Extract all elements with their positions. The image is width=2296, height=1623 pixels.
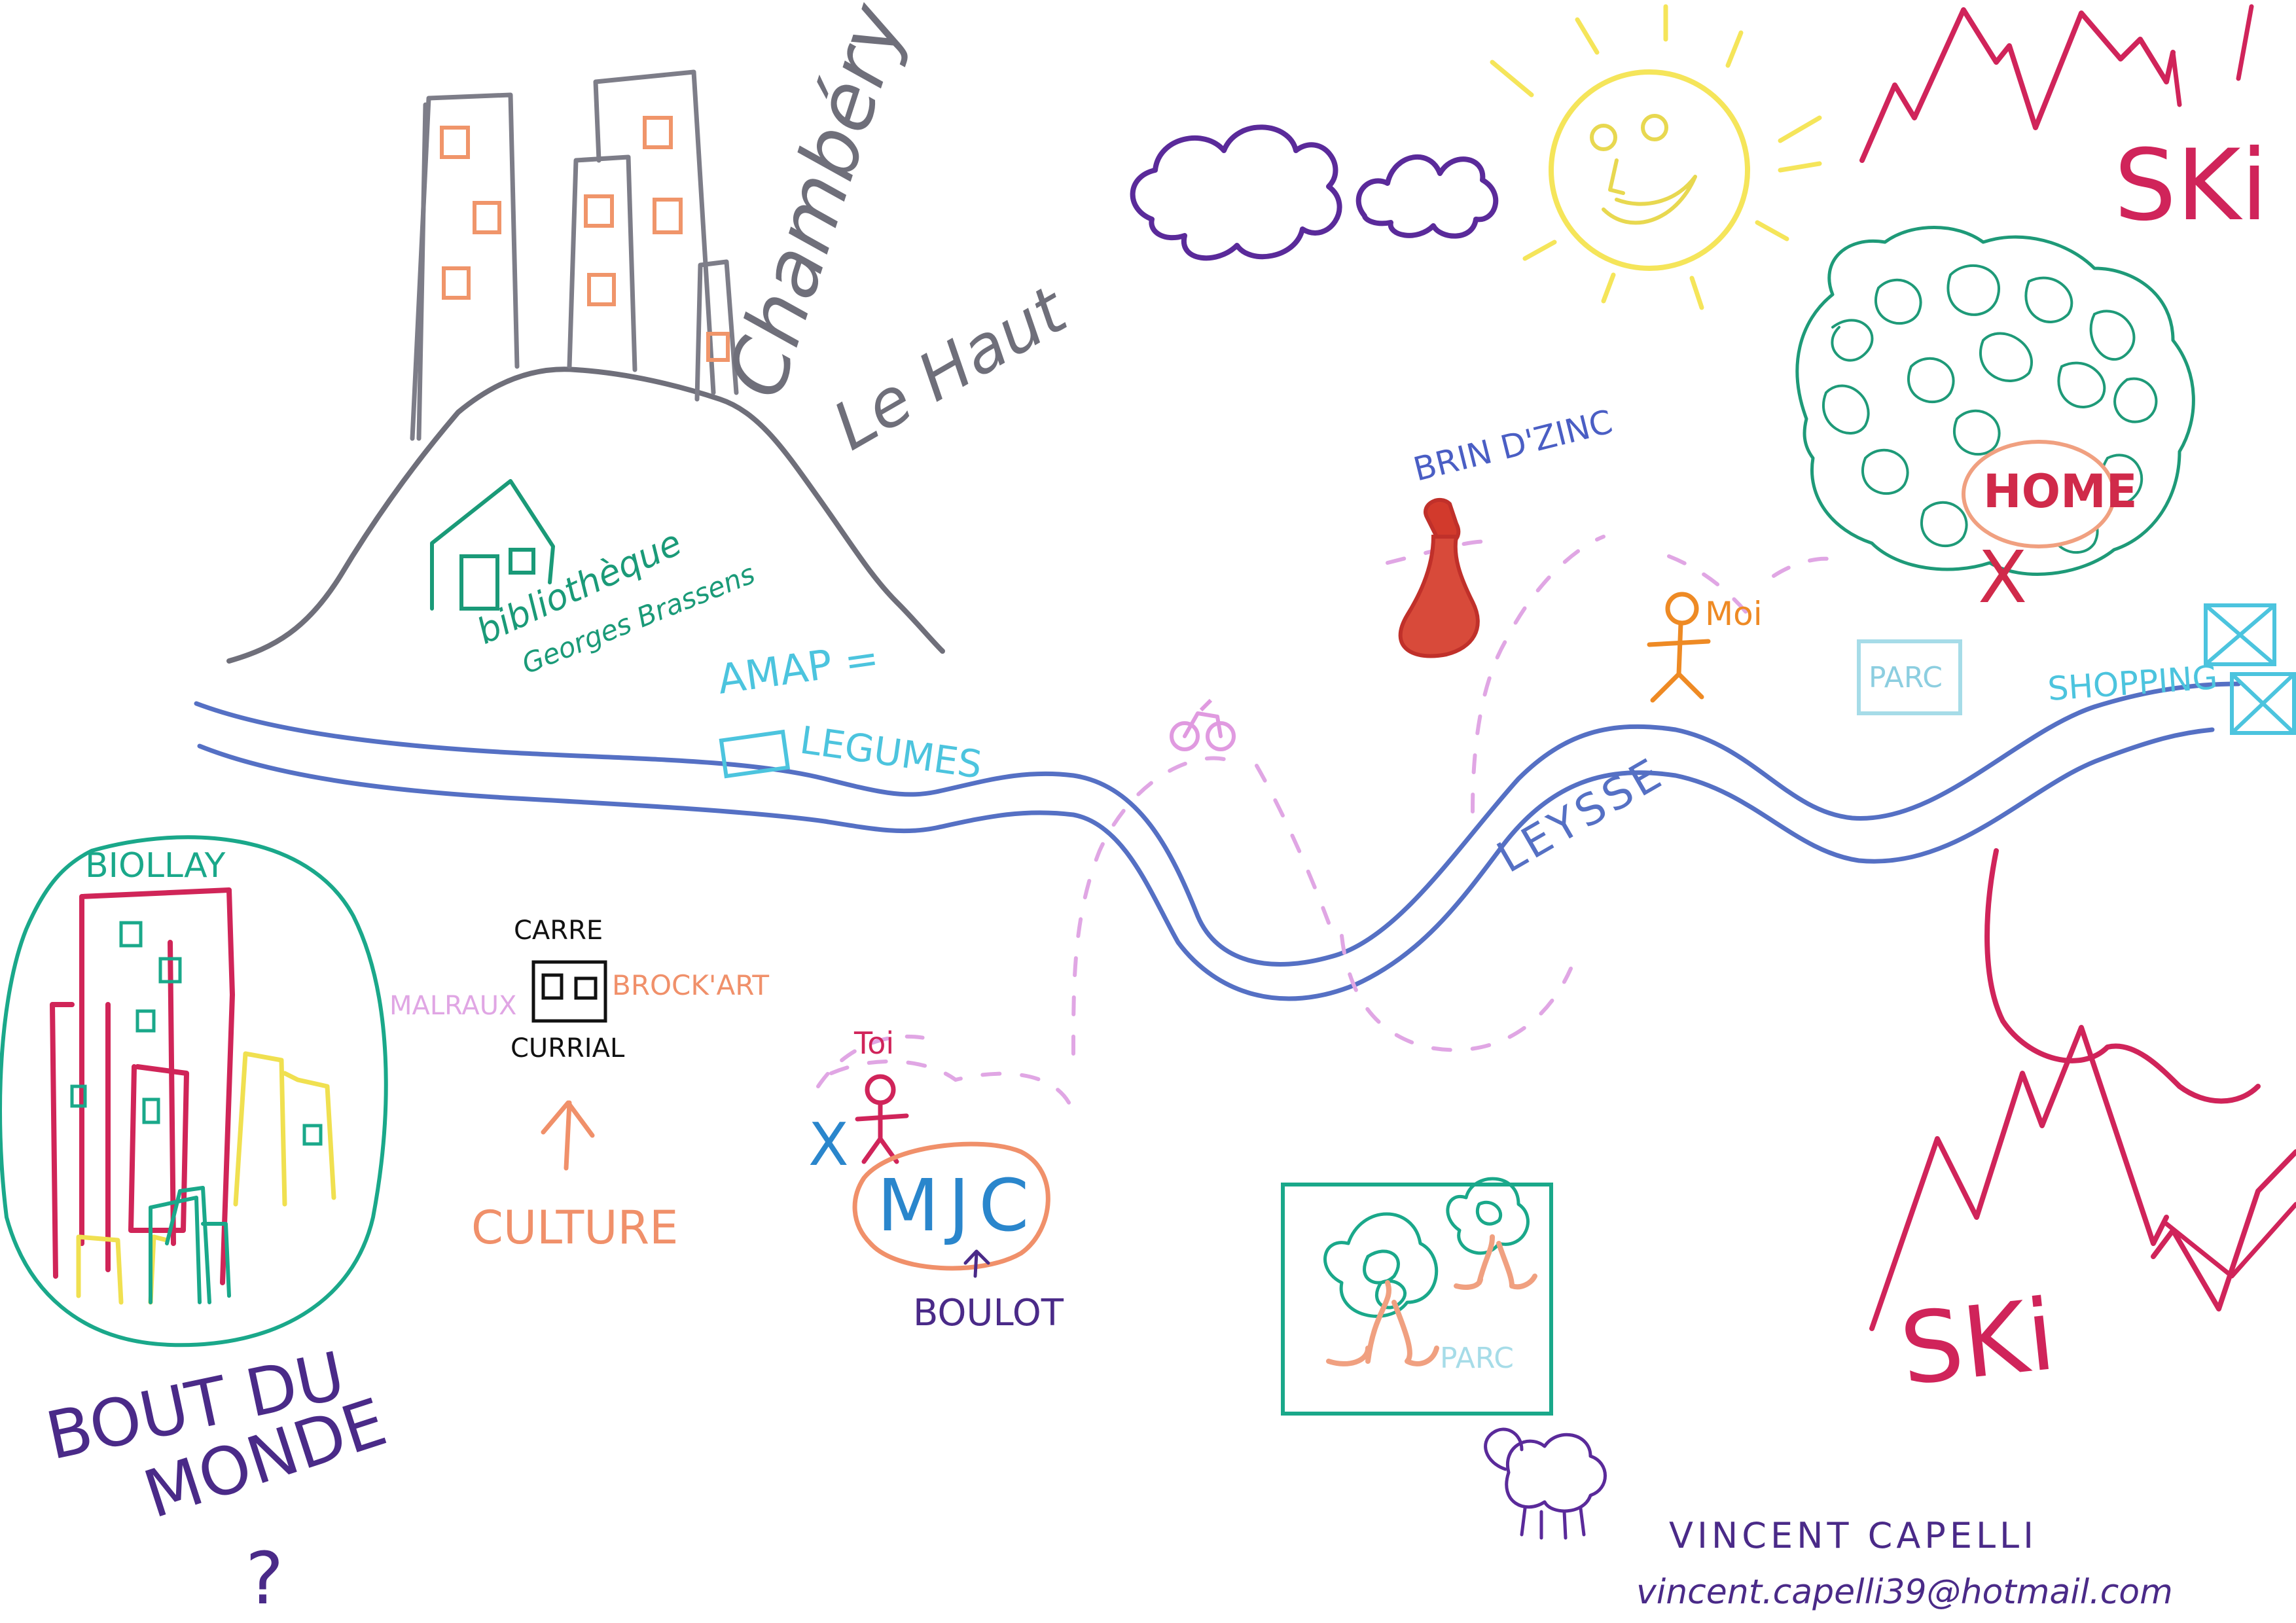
stick-figure-icon [855, 1074, 909, 1164]
author-name: VINCENT CAPELLI [1669, 1515, 2037, 1556]
sun-icon [1490, 4, 1822, 310]
parc-top-label: PARC [1869, 661, 1943, 694]
sheep-icon [1484, 1427, 1607, 1540]
library: bibliothèque Georges Brassens [430, 479, 759, 680]
amap-line1: AMAP = [715, 633, 882, 704]
river-leysse: LEYSSE [194, 681, 2241, 1001]
culture-label: CULTURE [471, 1201, 678, 1255]
shopping: SHOPPING [2047, 603, 2296, 735]
biollay-label: BIOLLAY [85, 846, 226, 885]
toi-label: Toi [853, 1026, 894, 1061]
mjc-label: MJC [877, 1164, 1038, 1247]
bottle-icon [1398, 498, 1480, 658]
bout-line3: ? [245, 1537, 283, 1620]
home-forest: HOME X [1795, 226, 2195, 619]
boulot-label: BOULOT [913, 1292, 1064, 1334]
bicycle-icon [1170, 698, 1236, 751]
moi: Moi [1647, 592, 1763, 703]
city-subtitle: Le Haut [821, 271, 1081, 465]
map-canvas: Chambéry Le Haut bibliothèque Georges Br… [0, 0, 2296, 1620]
ski-bottom-label: SKi [1895, 1278, 2060, 1408]
cloud-icon [1130, 124, 1499, 261]
moi-label: Moi [1705, 595, 1763, 633]
carre-label: CARRE [514, 916, 603, 946]
carre-currial: CARRE MALRAUX BROCK'ART CURRIAL CULTURE [389, 916, 769, 1255]
river-bank-south [197, 727, 2215, 1001]
home-x-mark: X [1978, 535, 2027, 619]
toi-x-mark: X [808, 1111, 849, 1179]
parc-top: PARC [1857, 639, 1962, 715]
signature: VINCENT CAPELLI vincent.capelli39@hotmai… [1484, 1427, 2173, 1612]
shopping-label: SHOPPING [2047, 658, 2219, 708]
mountain-icon [1984, 848, 2261, 1104]
tree-icon [1446, 1177, 1537, 1290]
arrow-icon [541, 1100, 595, 1171]
currial-label: CURRIAL [511, 1033, 625, 1063]
brockart-label: BROCK'ART [612, 969, 769, 1001]
parc-bottom: PARC [1281, 1177, 1553, 1416]
amap: AMAP = LEGUMES [715, 633, 985, 787]
river-label: LEYSSE [1489, 747, 1673, 883]
parc-bottom-label: PARC [1440, 1342, 1514, 1375]
author-email: vincent.capelli39@hotmail.com [1636, 1573, 2173, 1612]
stick-figure-icon [1647, 592, 1711, 703]
ski-bottom: SKi [1869, 848, 2296, 1408]
tree-icon [1323, 1212, 1439, 1366]
biollay: BIOLLAY [0, 835, 388, 1347]
brin-dzinc-label: BRIN D'ZINC [1410, 402, 1616, 488]
city-name: Chambéry [710, 0, 923, 408]
brin-dzinc: BRIN D'ZINC [1398, 402, 1616, 658]
tower-2 [567, 154, 637, 372]
mjc-area: Toi X MJC BOULOT [808, 1026, 1064, 1334]
ski-top-label: SKi [2114, 129, 2268, 243]
home-label: HOME [1983, 465, 2138, 518]
ski-top: SKi [1859, 4, 2268, 243]
malraux-label: MALRAUX [389, 991, 516, 1021]
tower-windows [440, 116, 730, 362]
bout-du-monde: BOUT DU MONDE ? [40, 1337, 395, 1620]
